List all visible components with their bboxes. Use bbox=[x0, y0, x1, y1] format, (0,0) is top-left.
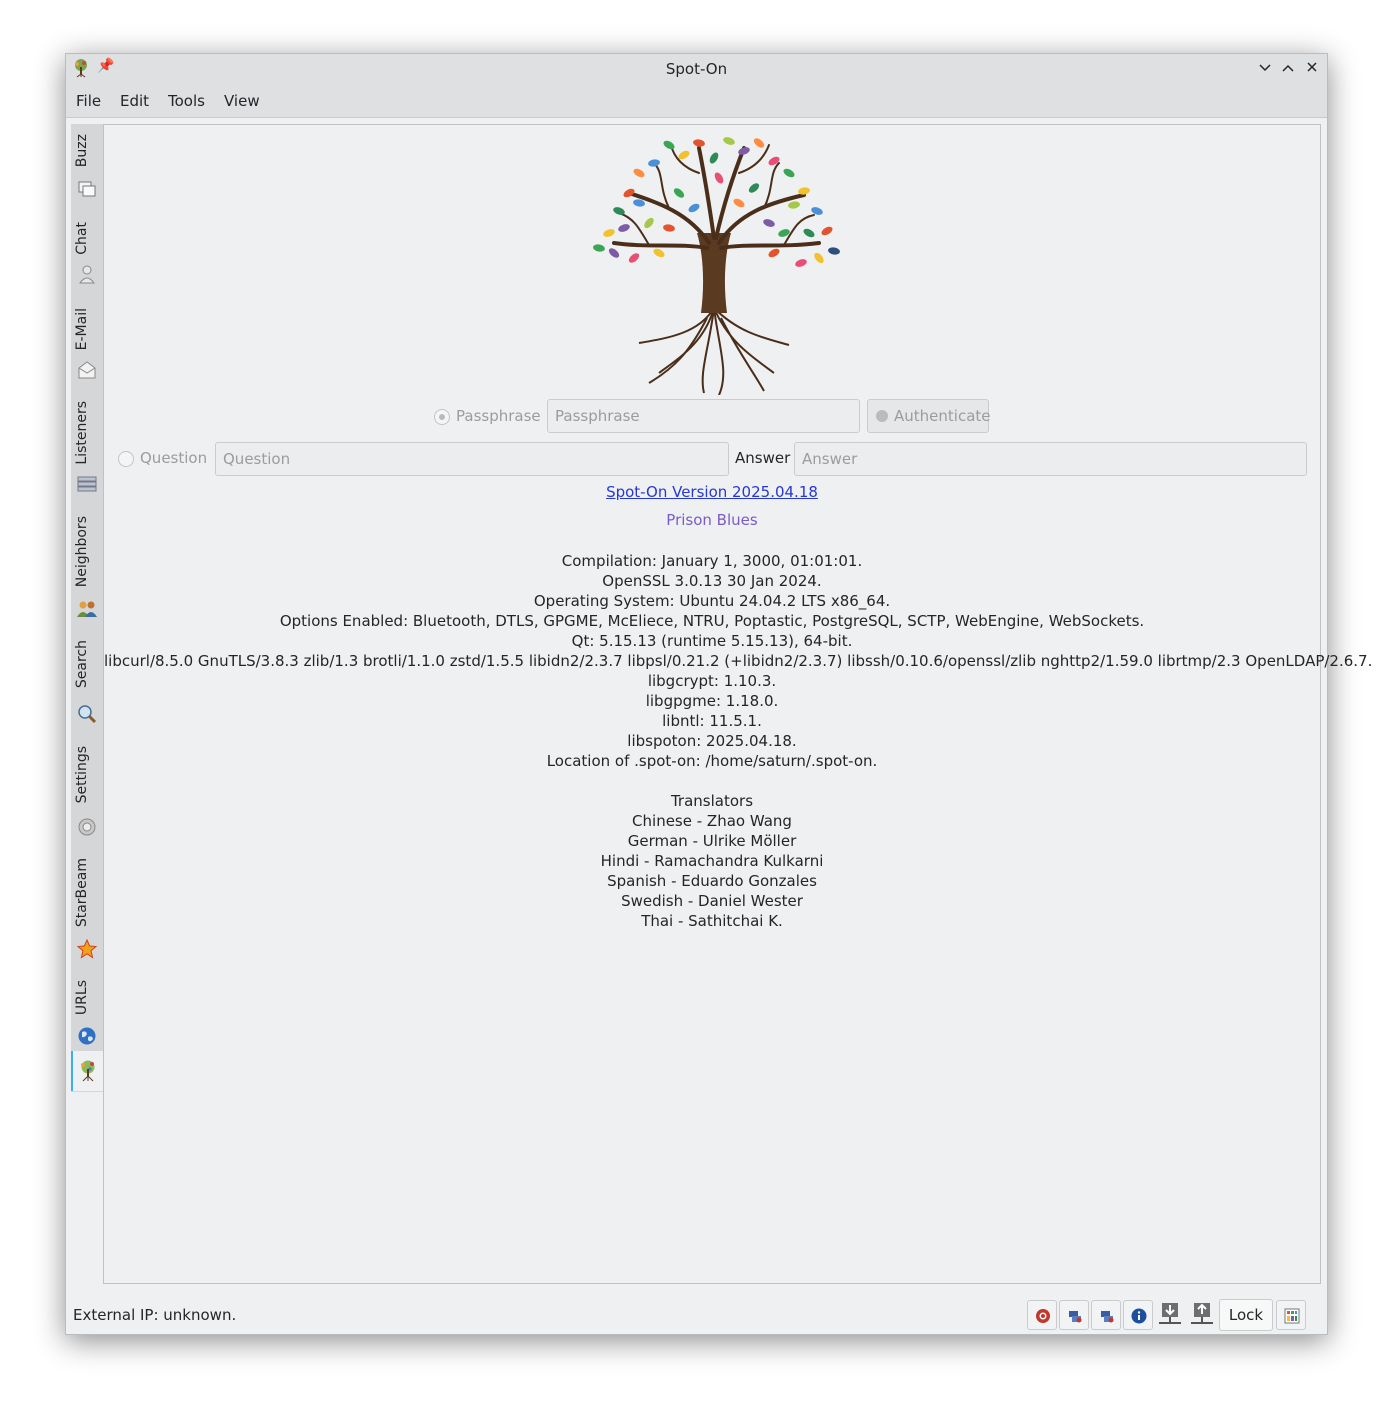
build-info-line: Options Enabled: Bluetooth, DTLS, GPGME,… bbox=[279, 612, 1145, 630]
tab-settings[interactable]: Settings bbox=[71, 736, 103, 848]
lock-button[interactable]: Lock bbox=[1219, 1299, 1273, 1331]
chevron-up-icon bbox=[1282, 64, 1294, 72]
translator-entry: Thai - Sathitchai K. bbox=[641, 912, 783, 930]
tab-label: Buzz bbox=[74, 134, 90, 168]
authenticate-button[interactable]: Authenticate bbox=[867, 399, 991, 433]
spot-on-tree-logo bbox=[593, 137, 840, 395]
tab-email[interactable]: E-Mail bbox=[71, 296, 103, 391]
translator-entry: Spanish - Eduardo Gonzales bbox=[607, 872, 817, 890]
main-window: 📌 Spot-On File Edit Tools View Buzz Chat… bbox=[65, 53, 1373, 1335]
build-info-line: libgcrypt: 1.10.3. bbox=[647, 672, 777, 690]
download-icon bbox=[1159, 1303, 1181, 1324]
star-icon bbox=[77, 939, 97, 959]
info-icon bbox=[1131, 1308, 1147, 1324]
buzz-icon bbox=[78, 181, 96, 197]
kernel-status-icon bbox=[1036, 1309, 1050, 1323]
passphrase-radio[interactable] bbox=[434, 409, 450, 425]
upload-button[interactable] bbox=[1187, 1300, 1217, 1330]
tab-label: StarBeam bbox=[74, 858, 90, 928]
upload-icon bbox=[1191, 1303, 1213, 1324]
globe-icon bbox=[78, 1027, 96, 1045]
buzz-status-button[interactable] bbox=[1059, 1300, 1089, 1330]
chart-icon bbox=[1284, 1308, 1300, 1324]
build-info: Compilation: January 1, 3000, 01:01:01. O… bbox=[104, 551, 1373, 771]
download-button[interactable] bbox=[1155, 1300, 1185, 1330]
tab-about[interactable] bbox=[71, 1051, 105, 1091]
release-name: Prison Blues bbox=[666, 511, 758, 529]
tab-label: E-Mail bbox=[74, 308, 90, 351]
build-info-line: libspoton: 2025.04.18. bbox=[627, 732, 797, 750]
menu-bar: File Edit Tools View bbox=[66, 84, 1327, 118]
build-info-line: Compilation: January 1, 3000, 01:01:01. bbox=[561, 552, 863, 570]
question-radio-label: Question bbox=[140, 449, 208, 467]
build-info-line: Qt: 5.15.13 (runtime 5.15.13), 64-bit. bbox=[571, 632, 853, 650]
build-info-line: libcurl/8.5.0 GnuTLS/3.8.3 zlib/1.3 brot… bbox=[104, 652, 1373, 670]
tree-icon bbox=[81, 1060, 95, 1082]
person-icon bbox=[79, 265, 95, 284]
minimize-button[interactable] bbox=[1254, 57, 1276, 79]
gear-icon bbox=[876, 410, 888, 422]
people-icon bbox=[77, 601, 97, 617]
tab-search[interactable]: Search bbox=[71, 626, 103, 736]
build-info-line: OpenSSL 3.0.13 30 Jan 2024. bbox=[602, 572, 822, 590]
tab-label: Settings bbox=[74, 746, 90, 804]
menu-tools[interactable]: Tools bbox=[168, 92, 205, 110]
window-title: Spot-On bbox=[665, 60, 728, 78]
chart-button[interactable] bbox=[1276, 1300, 1306, 1330]
translator-entry: Swedish - Daniel Wester bbox=[621, 892, 803, 910]
tab-bar-tail bbox=[71, 1091, 104, 1283]
external-ip-status: External IP: unknown. bbox=[73, 1306, 237, 1324]
passphrase-input[interactable] bbox=[547, 399, 860, 433]
server-icon bbox=[77, 476, 97, 492]
listeners-status-icon bbox=[1101, 1311, 1114, 1323]
kernel-status-button[interactable] bbox=[1027, 1300, 1057, 1330]
answer-input[interactable] bbox=[794, 442, 1307, 476]
side-tab-bar: Buzz Chat E-Mail Listeners Neighbors Sea… bbox=[71, 124, 103, 1092]
tab-starbeam[interactable]: StarBeam bbox=[71, 848, 103, 970]
build-info-line: Location of .spot-on: /home/saturn/.spot… bbox=[546, 752, 878, 770]
version-link[interactable]: Spot-On Version 2025.04.18 bbox=[606, 483, 818, 501]
buzz-status-icon bbox=[1069, 1311, 1082, 1323]
magnifier-icon bbox=[78, 705, 97, 724]
tab-buzz[interactable]: Buzz bbox=[71, 124, 103, 206]
build-info-line: libntl: 11.5.1. bbox=[662, 712, 762, 730]
translator-entry: Hindi - Ramachandra Kulkarni bbox=[600, 852, 824, 870]
gear-icon bbox=[78, 818, 96, 836]
menu-file[interactable]: File bbox=[76, 92, 101, 110]
tab-label: Listeners bbox=[74, 401, 90, 465]
answer-label: Answer bbox=[735, 449, 791, 467]
tab-label: Neighbors bbox=[74, 516, 90, 588]
maximize-button[interactable] bbox=[1277, 57, 1299, 79]
translator-entry: Chinese - Zhao Wang bbox=[632, 812, 792, 830]
translators-list: Translators Chinese - Zhao Wang German - U… bbox=[104, 791, 1320, 931]
close-icon bbox=[1307, 62, 1317, 72]
tab-label: Search bbox=[74, 640, 90, 689]
info-button[interactable] bbox=[1123, 1300, 1153, 1330]
tab-label: Chat bbox=[74, 222, 90, 255]
question-radio[interactable] bbox=[118, 451, 134, 467]
tab-label: URLs bbox=[74, 980, 90, 1016]
tab-neighbors[interactable]: Neighbors bbox=[71, 506, 103, 626]
menu-edit[interactable]: Edit bbox=[120, 92, 149, 110]
title-bar: 📌 Spot-On bbox=[66, 54, 1327, 84]
tab-listeners[interactable]: Listeners bbox=[71, 391, 103, 506]
close-button[interactable] bbox=[1301, 57, 1323, 79]
question-input[interactable] bbox=[215, 442, 729, 476]
about-panel: Passphrase Authenticate Question Answer … bbox=[103, 124, 1373, 1284]
authenticate-label: Authenticate bbox=[894, 407, 991, 425]
passphrase-radio-label: Passphrase bbox=[456, 407, 541, 425]
listeners-status-button[interactable] bbox=[1091, 1300, 1121, 1330]
menu-view[interactable]: View bbox=[224, 92, 260, 110]
translator-entry: German - Ulrike Möller bbox=[627, 832, 797, 850]
build-info-line: libgpgme: 1.18.0. bbox=[645, 692, 779, 710]
chevron-down-icon bbox=[1259, 64, 1271, 72]
translators-heading: Translators bbox=[670, 792, 754, 810]
build-info-line: Operating System: Ubuntu 24.04.2 LTS x86… bbox=[533, 592, 891, 610]
tab-chat[interactable]: Chat bbox=[71, 206, 103, 296]
envelope-icon bbox=[78, 361, 96, 379]
